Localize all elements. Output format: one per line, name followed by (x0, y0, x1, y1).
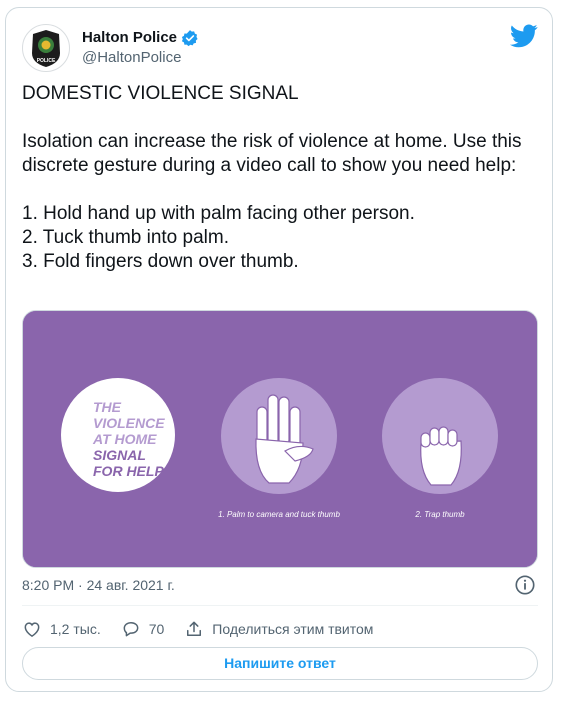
tweet-timestamp[interactable]: 8:20 PM · 24 авг. 2021 г. (22, 577, 175, 593)
circle-line-4: SIGNAL (93, 447, 146, 463)
info-icon[interactable] (514, 574, 536, 596)
share-label: Поделиться этим твитом (212, 621, 374, 637)
author-name[interactable]: Halton Police (82, 28, 177, 48)
reply-count: 70 (148, 621, 165, 637)
heart-icon (24, 622, 40, 637)
divider (22, 605, 538, 606)
tweet-text: DOMESTIC VIOLENCE SIGNAL Isolation can i… (22, 83, 522, 272)
tweet-card: POLICE Halton Police @HaltonPolice DOMES… (5, 7, 553, 692)
step2-caption: 2. Trap thumb (414, 510, 465, 519)
like-button[interactable]: 1,2 тыс. (22, 619, 101, 639)
share-icon (187, 621, 202, 636)
avatar[interactable]: POLICE (22, 24, 70, 72)
comment-icon (123, 622, 139, 637)
step1-caption: 1. Palm to camera and tuck thumb (218, 510, 340, 519)
circle-line-5: FOR HELP (93, 463, 164, 479)
tweet-media[interactable]: THE VIOLENCE AT HOME SIGNAL FOR HELP 1. … (22, 310, 538, 568)
reply-count-button[interactable]: 70 (121, 619, 165, 639)
like-count: 1,2 тыс. (50, 621, 101, 637)
tweet-actions: 1,2 тыс. 70 Поделиться этим твитом (22, 617, 393, 641)
tweet-header: POLICE Halton Police @HaltonPolice (22, 24, 538, 72)
police-badge-icon: POLICE (32, 30, 60, 67)
circle-line-3: AT HOME (92, 431, 157, 447)
reply-button[interactable]: Напишите ответ (22, 647, 538, 680)
signal-title-circle: THE VIOLENCE AT HOME SIGNAL FOR HELP (61, 378, 175, 492)
closed-fist-icon (420, 426, 462, 486)
share-button[interactable]: Поделиться этим твитом (184, 619, 373, 639)
circle-line-2: VIOLENCE (93, 415, 165, 431)
author-handle[interactable]: @HaltonPolice (82, 48, 199, 68)
badge-text: POLICE (37, 58, 56, 64)
verified-badge-icon (181, 30, 198, 47)
twitter-bird-icon[interactable] (510, 24, 538, 48)
circle-line-1: THE (93, 399, 122, 415)
